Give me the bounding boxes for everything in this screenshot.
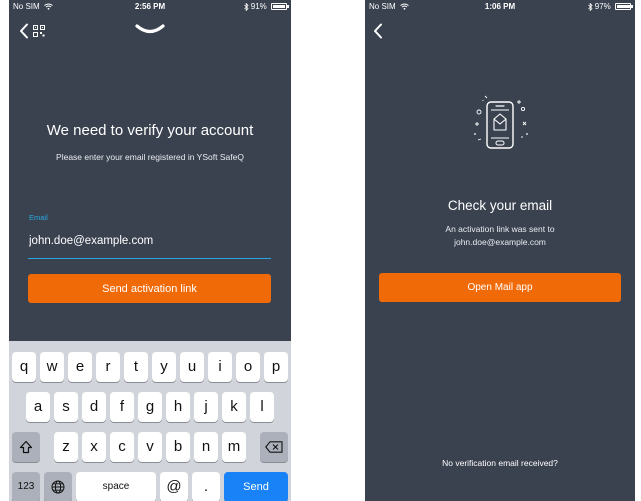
globe-key[interactable] <box>44 472 72 501</box>
shift-key[interactable] <box>12 432 40 462</box>
send-key[interactable]: Send <box>224 472 288 501</box>
key-a[interactable]: a <box>26 392 50 422</box>
page-subtitle: Please enter your email registered in YS… <box>56 152 244 162</box>
key-v[interactable]: v <box>138 432 162 462</box>
bluetooth-icon <box>587 2 593 12</box>
key-u[interactable]: u <box>180 352 204 382</box>
shift-icon <box>19 440 33 454</box>
keyboard: qwertyuiop asdfghjkl zxcvbnm 123 space @… <box>9 341 291 501</box>
key-l[interactable]: l <box>250 392 274 422</box>
verify-account-screen: No SIM 2:56 PM 91% We need to verify you… <box>9 0 291 501</box>
battery-percent: 91% <box>250 2 267 11</box>
numbers-key[interactable]: 123 <box>12 472 40 501</box>
key-p[interactable]: p <box>264 352 288 382</box>
chevron-left-icon <box>20 23 28 39</box>
ysoft-logo-icon <box>135 24 165 34</box>
activation-email: john.doe@example.com <box>454 237 546 247</box>
space-key[interactable]: space <box>76 472 156 501</box>
delete-key[interactable] <box>260 432 288 462</box>
key-y[interactable]: y <box>152 352 176 382</box>
key-x[interactable]: x <box>82 432 106 462</box>
page-title: We need to verify your account <box>46 122 254 139</box>
status-bar: No SIM 2:56 PM 91% <box>9 0 291 14</box>
globe-icon <box>51 480 65 494</box>
battery-percent: 97% <box>594 2 611 11</box>
backspace-icon <box>265 441 283 453</box>
key-s[interactable]: s <box>54 392 78 422</box>
key-b[interactable]: b <box>166 432 190 462</box>
status-bar: No SIM 1:06 PM 97% <box>365 0 635 14</box>
chevron-left-icon <box>374 23 382 39</box>
key-d[interactable]: d <box>82 392 106 422</box>
page-title: Check your email <box>447 198 553 213</box>
key-t[interactable]: t <box>124 352 148 382</box>
key-h[interactable]: h <box>166 392 190 422</box>
key-f[interactable]: f <box>110 392 134 422</box>
email-field[interactable] <box>28 229 271 259</box>
back-button[interactable] <box>373 20 405 42</box>
keyboard-row-3: zxcvbnm <box>9 432 291 462</box>
back-button[interactable] <box>19 20 51 42</box>
bluetooth-icon <box>243 2 249 12</box>
activation-message: An activation link was sent to <box>445 224 555 234</box>
key-j[interactable]: j <box>194 392 218 422</box>
key-c[interactable]: c <box>110 432 134 462</box>
battery-icon <box>615 3 633 11</box>
keyboard-row-4: 123 space @ . Send <box>9 472 291 501</box>
email-field-label: Email <box>29 213 48 222</box>
key-r[interactable]: r <box>96 352 120 382</box>
battery-icon <box>271 3 289 11</box>
keyboard-row-2: asdfghjkl <box>9 392 291 422</box>
key-m[interactable]: m <box>222 432 246 462</box>
at-key[interactable]: @ <box>160 472 188 501</box>
check-email-screen: No SIM 1:06 PM 97% Check your email An a… <box>365 0 635 501</box>
key-o[interactable]: o <box>236 352 260 382</box>
key-w[interactable]: w <box>40 352 64 382</box>
key-i[interactable]: i <box>208 352 232 382</box>
key-e[interactable]: e <box>68 352 92 382</box>
key-k[interactable]: k <box>222 392 246 422</box>
phone-mail-illustration <box>474 95 528 149</box>
key-n[interactable]: n <box>194 432 218 462</box>
open-mail-app-button[interactable]: Open Mail app <box>379 273 621 302</box>
keyboard-row-1: qwertyuiop <box>9 352 291 382</box>
no-email-received-link[interactable]: No verification email received? <box>365 458 635 468</box>
key-q[interactable]: q <box>12 352 36 382</box>
qr-code-icon <box>33 25 45 37</box>
key-g[interactable]: g <box>138 392 162 422</box>
dot-key[interactable]: . <box>192 472 220 501</box>
key-z[interactable]: z <box>54 432 78 462</box>
send-activation-link-button[interactable]: Send activation link <box>28 274 271 303</box>
